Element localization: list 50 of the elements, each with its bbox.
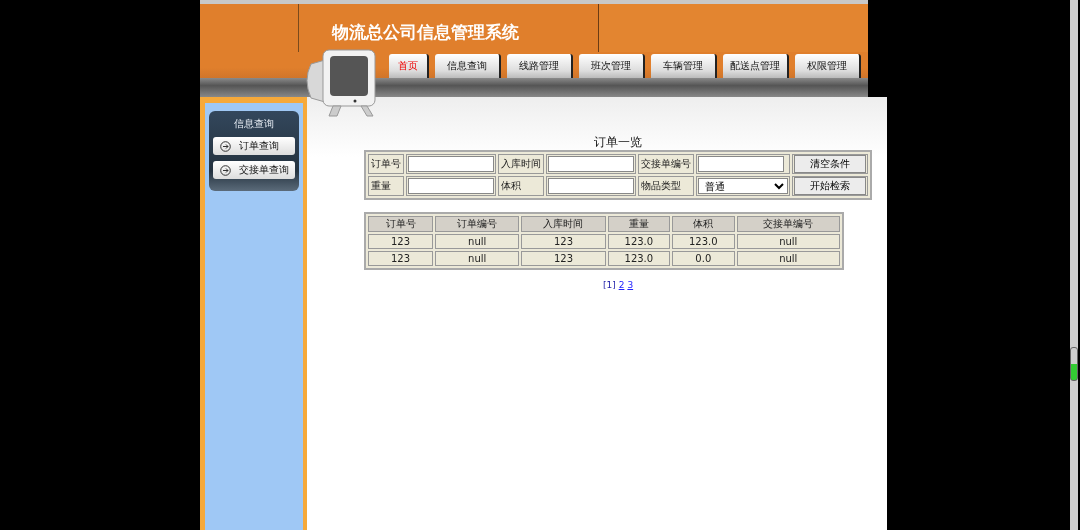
nav-tab[interactable]: 配送点管理 — [723, 54, 789, 78]
arrow-circle-icon — [220, 164, 231, 176]
nav-tab[interactable]: 线路管理 — [507, 54, 573, 78]
field-label: 交接单编号 — [638, 154, 694, 174]
field-label: 订单号 — [368, 154, 404, 174]
column-header: 订单编号 — [435, 216, 520, 232]
page-link[interactable]: 2 — [618, 280, 625, 290]
table-cell: 123.0 — [607, 251, 671, 266]
text-input[interactable] — [698, 156, 784, 172]
column-header: 订单号 — [368, 216, 434, 232]
field-label: 入库时间 — [498, 154, 544, 174]
table-cell: null — [435, 251, 520, 266]
table-cell: 123 — [368, 251, 434, 266]
column-header: 体积 — [672, 216, 735, 232]
field-label: 重量 — [368, 176, 404, 196]
table-cell: 123 — [368, 234, 434, 249]
text-input[interactable] — [548, 178, 634, 194]
sidebar-item[interactable]: 交接单查询 — [213, 161, 295, 179]
nav-tab[interactable]: 首页 — [389, 54, 429, 78]
page-link[interactable]: [1] — [602, 280, 616, 290]
table-cell: null — [435, 234, 520, 249]
table-cell: 123.0 — [607, 234, 671, 249]
field-label: 物品类型 — [638, 176, 694, 196]
text-input[interactable] — [548, 156, 634, 172]
list-title: 订单一览 — [593, 134, 643, 150]
scrollbar[interactable] — [1070, 0, 1078, 530]
table-cell: null — [736, 251, 840, 266]
column-header: 交接单编号 — [736, 216, 840, 232]
arrow-circle-icon — [220, 140, 231, 152]
table-cell: 0.0 — [672, 251, 735, 266]
nav-tab[interactable]: 权限管理 — [795, 54, 861, 78]
form-button[interactable]: 清空条件 — [794, 155, 866, 173]
text-input[interactable] — [408, 178, 494, 194]
text-input[interactable] — [408, 156, 494, 172]
table-cell: 123 — [521, 234, 606, 249]
app-title: 物流总公司信息管理系统 — [332, 22, 519, 42]
sidebar-item[interactable]: 订单查询 — [213, 137, 295, 155]
nav-tab[interactable]: 班次管理 — [579, 54, 645, 78]
page-link[interactable]: 3 — [627, 280, 634, 290]
column-header: 入库时间 — [521, 216, 606, 232]
column-header: 重量 — [607, 216, 671, 232]
panel-title: 信息查询 — [233, 117, 275, 131]
field-label: 体积 — [498, 176, 544, 196]
nav-tab[interactable]: 车辆管理 — [651, 54, 717, 78]
form-button[interactable]: 开始检索 — [794, 177, 866, 195]
table-cell: null — [736, 234, 840, 249]
table-cell: 123 — [521, 251, 606, 266]
select-field[interactable]: 普通 — [698, 178, 788, 194]
nav-tab[interactable]: 信息查询 — [435, 54, 501, 78]
table-cell: 123.0 — [672, 234, 735, 249]
